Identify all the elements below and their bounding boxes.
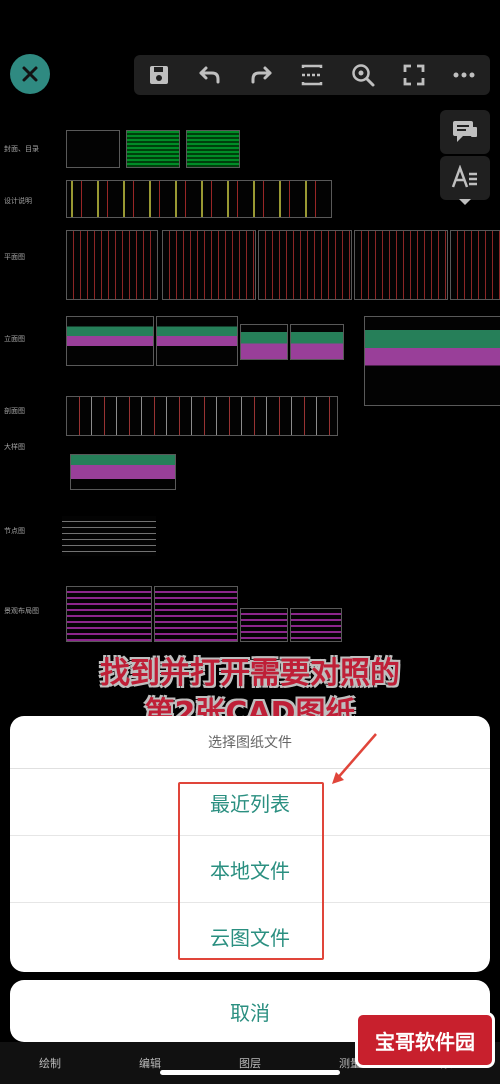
action-sheet-title: 选择图纸文件 xyxy=(10,716,490,769)
nav-item[interactable]: 编辑 xyxy=(139,1055,161,1071)
home-indicator xyxy=(160,1070,340,1075)
nav-item[interactable]: 图层 xyxy=(239,1055,261,1071)
highlight-box xyxy=(178,782,324,960)
nav-item[interactable]: 绘制 xyxy=(39,1055,61,1071)
arrow-annotation-icon xyxy=(332,733,377,784)
watermark-logo: 宝哥软件园 xyxy=(355,1012,495,1068)
